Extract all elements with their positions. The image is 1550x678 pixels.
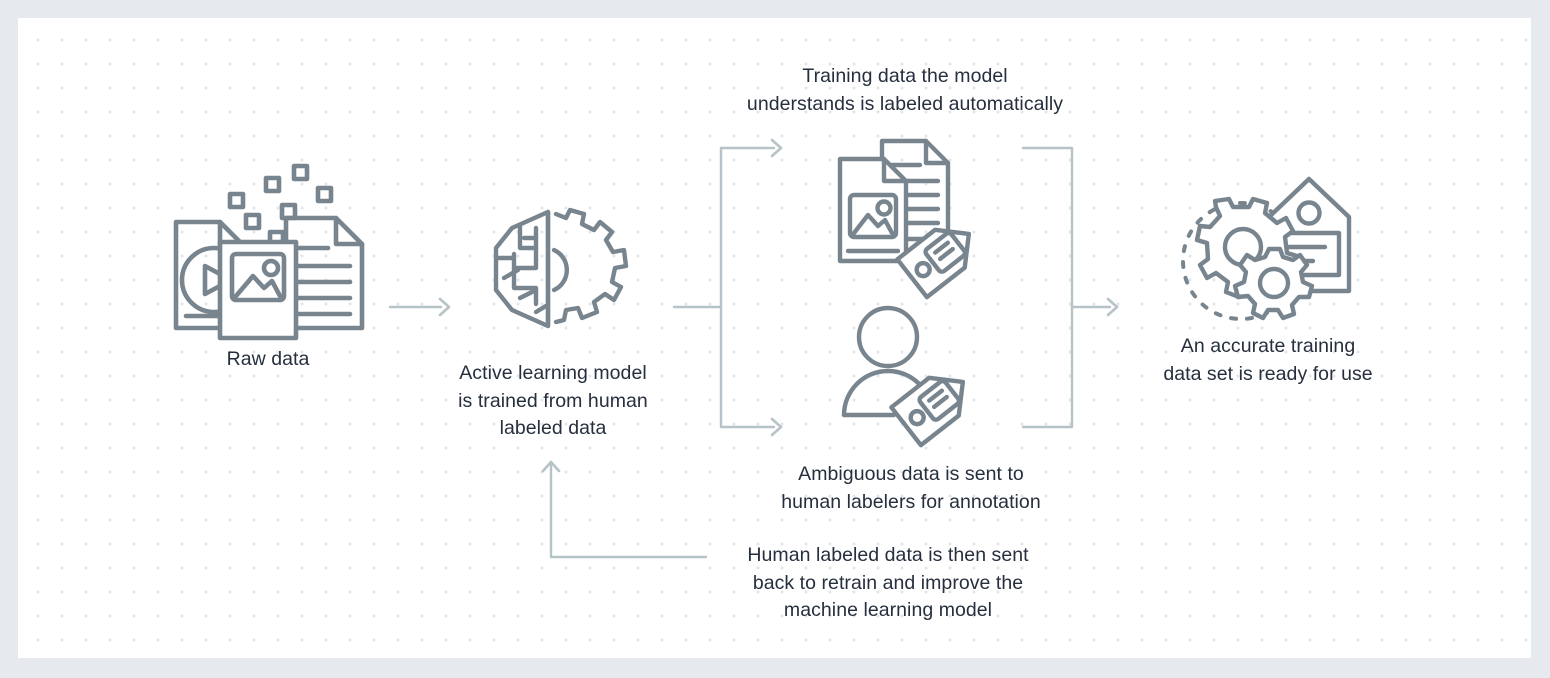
node-auto-labeled-data: Training data the model understands is l… bbox=[747, 65, 1063, 300]
diagram-root: Raw data Active learning model is traine… bbox=[0, 0, 1550, 678]
raw-to-model-arrow bbox=[388, 297, 451, 317]
feedback-caption: Human labeled data is then sent back to … bbox=[747, 544, 1029, 622]
raw-data-caption: Raw data bbox=[226, 348, 310, 370]
brain-gear-icon bbox=[493, 207, 629, 329]
active-learning-model-caption: Active learning model is trained from hu… bbox=[458, 362, 648, 440]
training-set-caption: An accurate training data set is ready f… bbox=[1163, 335, 1373, 385]
gears-tag-icon bbox=[1181, 176, 1352, 321]
node-active-learning-model: Active learning model is trained from hu… bbox=[458, 204, 648, 439]
node-human-labelers: Ambiguous data is sent to human labelers… bbox=[781, 303, 1041, 513]
human-labelers-caption: Ambiguous data is sent to human labelers… bbox=[781, 463, 1041, 513]
node-raw-data: Raw data bbox=[158, 158, 378, 370]
labeled-documents-icon bbox=[837, 138, 972, 300]
split-bracket bbox=[719, 138, 783, 437]
node-training-set: An accurate training data set is ready f… bbox=[1163, 173, 1373, 385]
feedback-loop-arrow bbox=[541, 460, 708, 559]
auto-labeled-caption: Training data the model understands is l… bbox=[746, 65, 1064, 115]
documents-media-icon bbox=[173, 163, 365, 341]
person-tag-icon bbox=[841, 305, 966, 448]
merge-bracket bbox=[1021, 146, 1119, 429]
diagram-canvas: Raw data Active learning model is traine… bbox=[18, 18, 1531, 658]
